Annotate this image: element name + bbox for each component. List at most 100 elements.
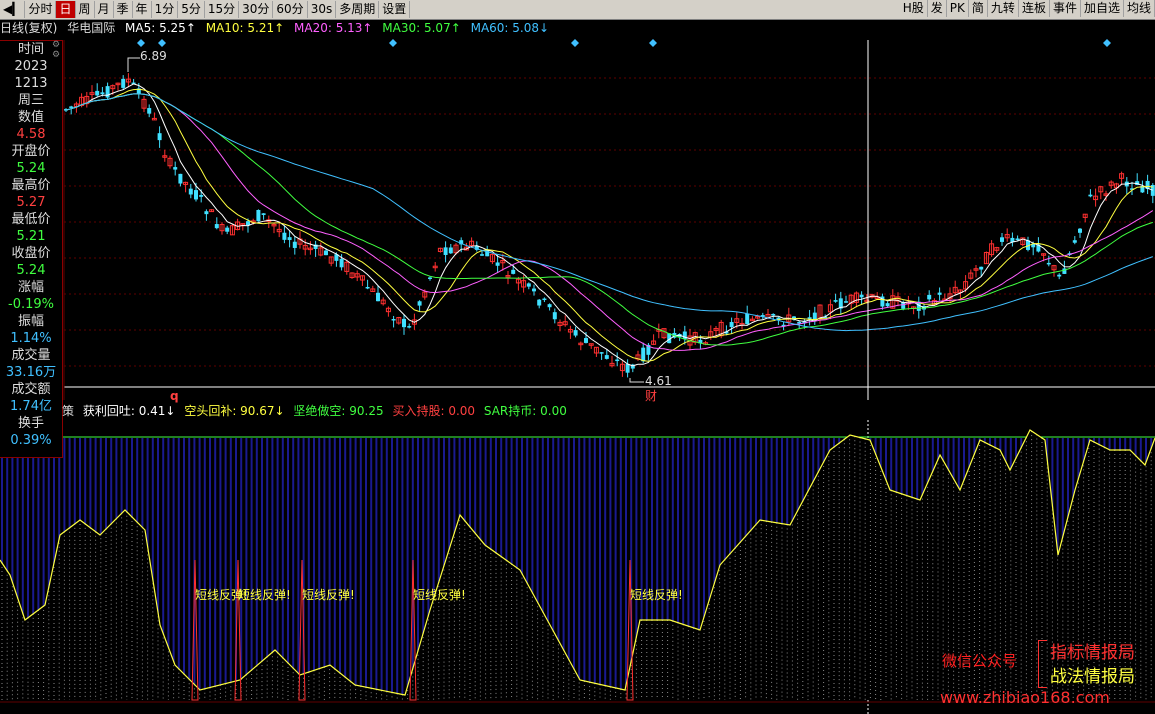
candle-body <box>428 277 432 279</box>
candle-body <box>979 266 984 270</box>
marker-cai: 财 <box>645 389 658 403</box>
sar-value: SAR持币: 0.00 <box>483 404 567 418</box>
candle-body <box>1015 238 1020 240</box>
candle-body <box>495 262 500 266</box>
ma60-line <box>65 93 1153 332</box>
candle-body <box>859 294 864 298</box>
candle-body <box>214 224 219 229</box>
candle-body <box>100 92 105 95</box>
candle-body <box>641 347 646 362</box>
price-pointer <box>629 378 644 383</box>
watermark-bracket <box>1038 640 1047 688</box>
candle-body <box>526 283 531 287</box>
value-label: 数值 <box>17 110 44 125</box>
signal-label: 短线反弹! <box>238 588 291 602</box>
candle-body <box>69 106 74 108</box>
kline-chart[interactable] <box>0 0 1155 714</box>
candle-body <box>599 352 604 354</box>
candle-body <box>376 292 380 302</box>
candle-body <box>178 173 183 184</box>
candle-body <box>121 78 126 88</box>
high-label: 最高价 <box>11 178 51 193</box>
candle-body <box>261 213 266 215</box>
candle-body <box>1046 262 1051 265</box>
change-label: 涨幅 <box>17 280 44 295</box>
candle-body <box>480 254 484 256</box>
signal-label: 短线反弹! <box>630 588 683 602</box>
candle-body <box>225 227 230 232</box>
value-value: 4.58 <box>16 127 46 142</box>
candle-body <box>1000 237 1004 242</box>
ma30-line <box>65 93 1153 346</box>
candle-body <box>1072 240 1077 243</box>
candle-body <box>365 286 370 289</box>
low-price-label: 4.61 <box>645 374 672 388</box>
candle-body <box>937 292 942 295</box>
candle-body <box>443 247 448 255</box>
candle-body <box>552 312 557 320</box>
amp-label: 振幅 <box>17 314 44 329</box>
candle-body <box>407 326 412 328</box>
candle-body <box>173 167 178 170</box>
signal-diamond <box>158 39 166 47</box>
low-value: 5.21 <box>16 229 46 244</box>
candle-body <box>256 209 261 222</box>
candle-body <box>573 330 578 336</box>
watermark-brand2: 战法情报局 <box>1050 667 1135 687</box>
candle-body <box>402 318 406 328</box>
turnover-value: 0.39% <box>10 433 52 448</box>
candle-body <box>292 241 297 248</box>
watermark-brand1: 指标情报局 <box>1050 643 1135 663</box>
indicator-header: 策 获利回吐: 0.41↓ 空头回补: 90.67↓ 坚绝做空: 90.25 买… <box>62 403 572 419</box>
candle-body <box>771 313 776 316</box>
candle-body <box>417 301 422 306</box>
amp-value: 1.14% <box>10 331 52 346</box>
candle-body <box>391 319 396 321</box>
candle-body <box>584 338 588 343</box>
candle-body <box>204 211 209 215</box>
candle-body <box>1078 228 1082 233</box>
price-pointer <box>127 57 140 72</box>
amount-label: 成交额 <box>11 382 51 397</box>
candle-body <box>1057 274 1062 277</box>
signal-diamond <box>571 39 579 47</box>
candle-body <box>448 247 453 254</box>
close-value: 5.24 <box>16 263 46 278</box>
profit-value: 获利回吐: 0.41↓ <box>82 404 176 418</box>
candle-body <box>812 312 817 320</box>
vol-label: 成交量 <box>11 348 51 363</box>
signal-diamond <box>137 39 145 47</box>
candle-body <box>339 258 344 268</box>
amount-value: 1.74亿 <box>10 399 52 414</box>
candle-body <box>927 294 932 300</box>
signal-diamond <box>649 39 657 47</box>
low-label: 最低价 <box>11 212 51 227</box>
candle-body <box>282 232 287 240</box>
cover-value: 空头回补: 90.67↓ <box>184 404 285 418</box>
candle-body <box>625 363 630 373</box>
signal-diamond <box>389 39 397 47</box>
turnover-label: 换手 <box>17 416 44 431</box>
candle-body <box>532 288 536 292</box>
date-value: 1213 <box>14 76 48 91</box>
open-value: 5.24 <box>16 161 46 176</box>
candle-body <box>745 313 750 325</box>
high-price-label: 6.89 <box>140 49 167 63</box>
ma5-line <box>65 83 1153 367</box>
short-value: 坚绝做空: 90.25 <box>293 404 384 418</box>
signal-diamond <box>1103 39 1111 47</box>
settings-icon[interactable]: ⚙ ⚙ <box>52 40 62 64</box>
candle-body <box>287 237 292 241</box>
candle-body <box>885 303 890 307</box>
ma10-line <box>65 88 1153 362</box>
buy-value: 买入持股: 0.00 <box>392 404 476 418</box>
watermark-url: www.zhibiao168.com <box>940 688 1110 707</box>
weekday-value: 周三 <box>17 93 44 108</box>
candle-body <box>147 108 152 114</box>
close-label: 收盘价 <box>11 246 51 261</box>
candle-body <box>188 188 193 195</box>
candle-body <box>105 86 110 98</box>
candle-body <box>844 301 848 303</box>
marker-q: q <box>170 389 179 403</box>
candle-body <box>1088 194 1093 197</box>
